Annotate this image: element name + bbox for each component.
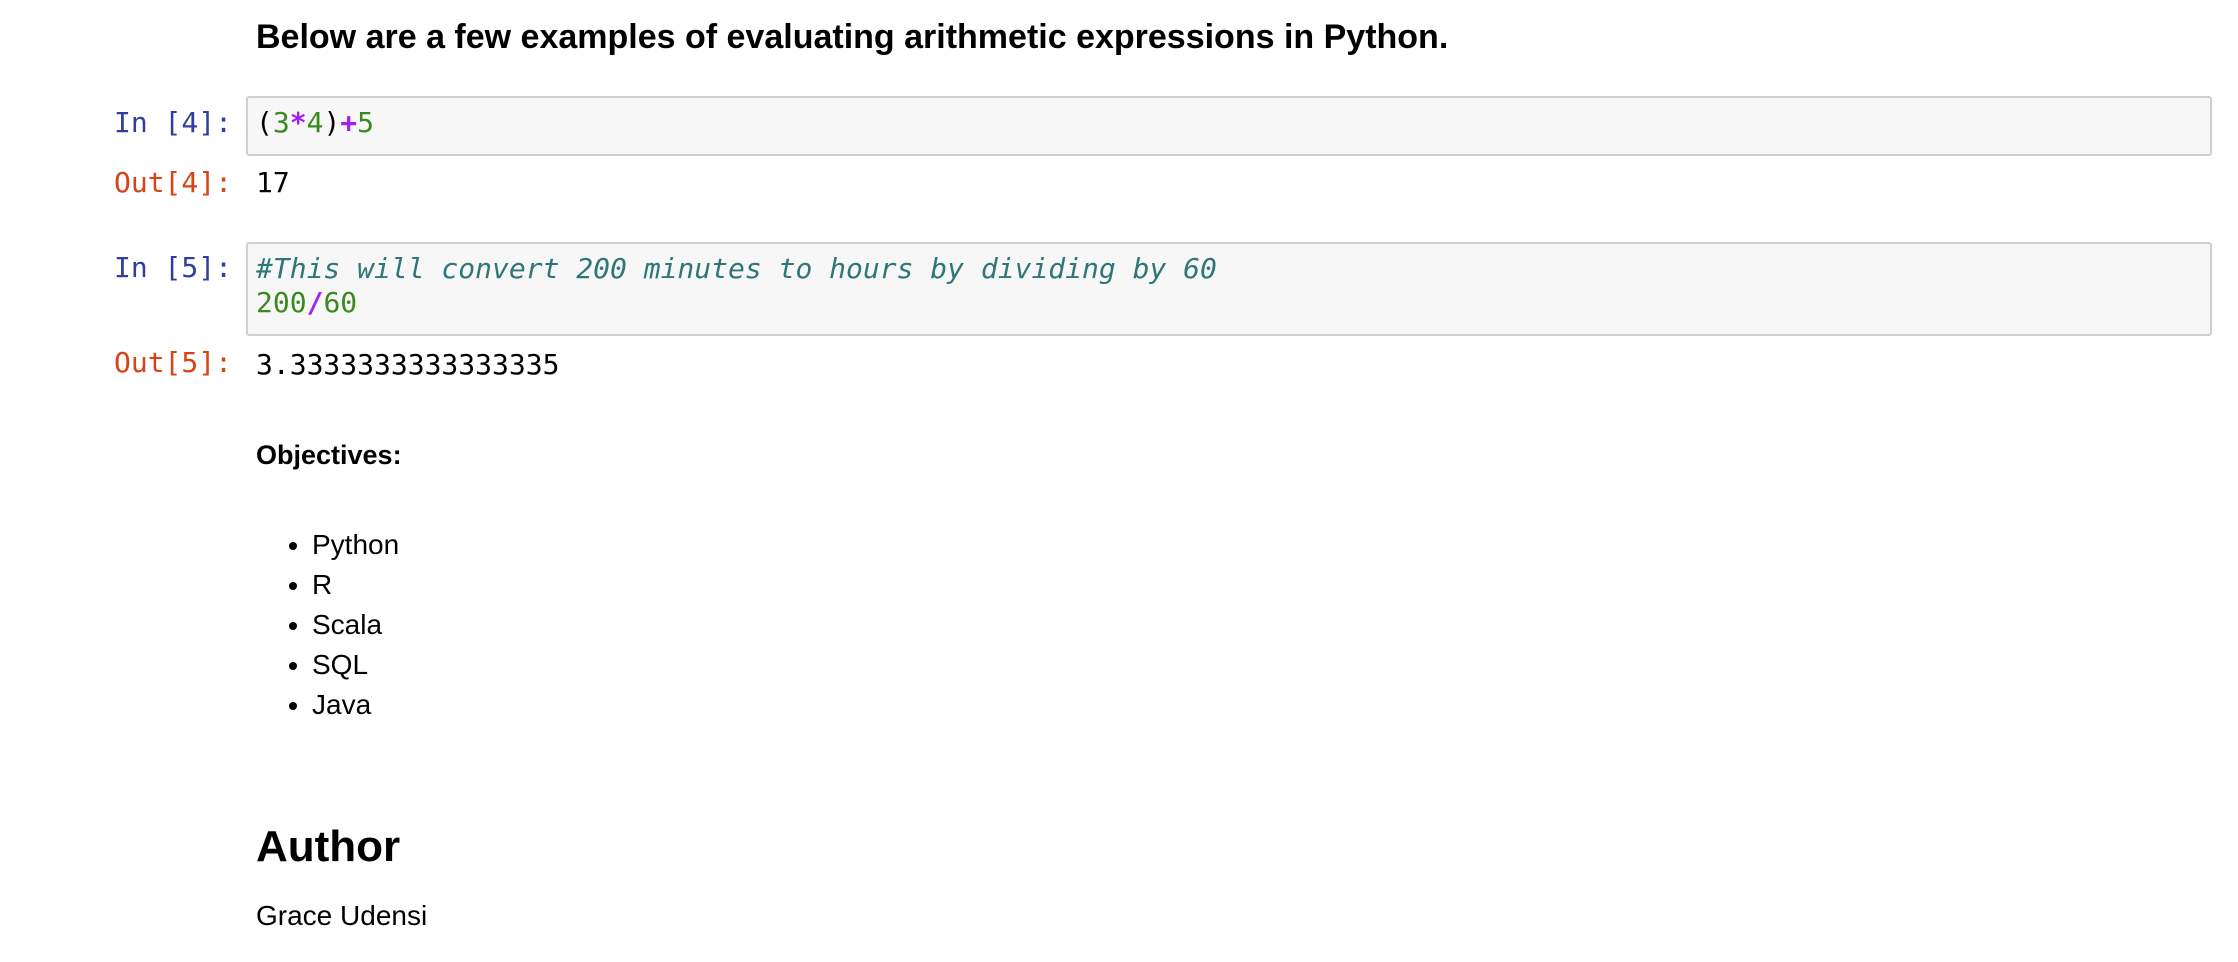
cell-4-out-prompt: Out[4]: xyxy=(113,166,232,199)
code-token: 60 xyxy=(323,286,358,319)
code-token: 200 xyxy=(256,286,307,319)
code-token: 5 xyxy=(357,106,375,139)
objectives-list: Python R Scala SQL Java xyxy=(256,525,399,725)
cell-4-in-prompt: In [4]: xyxy=(113,106,232,139)
cell-5-out-prompt: Out[5]: xyxy=(113,346,232,379)
cell-4-output: 17 xyxy=(256,166,290,199)
code-token: * xyxy=(289,106,307,139)
list-item: Scala xyxy=(312,605,399,645)
list-item: Java xyxy=(312,685,399,725)
code-token: 3 xyxy=(272,106,290,139)
code-token: / xyxy=(306,286,324,319)
code-line: (3*4)+5 xyxy=(256,106,2210,140)
cell-5-in-prompt: In [5]: xyxy=(113,251,232,284)
code-token: ( xyxy=(256,106,273,139)
cell-4-code-input[interactable]: (3*4)+5 xyxy=(246,96,2212,156)
code-line: 200/60 xyxy=(256,286,2210,320)
author-name: Grace Udensi xyxy=(256,900,428,931)
intro-heading: Below are a few examples of evaluating a… xyxy=(256,18,1449,56)
objectives-title: Objectives: xyxy=(256,440,402,470)
code-comment: #This will convert 200 minutes to hours … xyxy=(256,252,1217,285)
code-token: ) xyxy=(323,106,341,139)
list-item: R xyxy=(312,565,399,605)
cell-5-output: 3.3333333333333335 xyxy=(256,348,560,381)
list-item: SQL xyxy=(312,645,399,685)
author-heading: Author xyxy=(256,822,401,871)
list-item: Python xyxy=(312,525,399,565)
cell-5-code-input[interactable]: #This will convert 200 minutes to hours … xyxy=(246,242,2212,336)
code-token: 4 xyxy=(306,106,324,139)
code-token: + xyxy=(340,106,358,139)
